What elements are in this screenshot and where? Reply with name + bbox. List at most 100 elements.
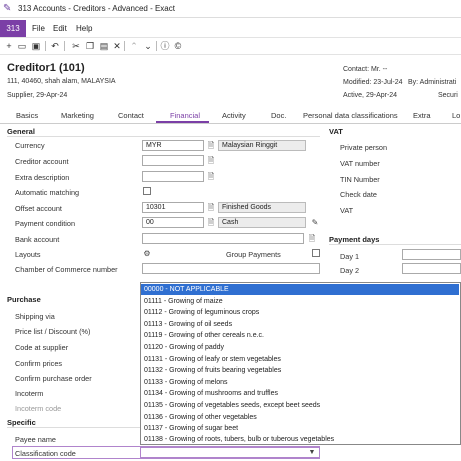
section-general: General — [7, 127, 35, 136]
classification-option[interactable]: 01112 - Growing of leguminous crops — [141, 307, 459, 318]
scissors-icon[interactable]: ✂ — [70, 39, 82, 53]
divider — [7, 136, 320, 137]
tab-extra[interactable]: Extra — [413, 111, 431, 120]
plus-icon[interactable]: + — [3, 39, 15, 53]
copy-icon[interactable]: ❐ — [84, 39, 96, 53]
classification-option[interactable]: 01120 - Growing of paddy — [141, 342, 459, 353]
chevron-down-icon[interactable]: ▼ — [307, 447, 317, 458]
payment-condition-field[interactable]: 00 — [142, 217, 204, 228]
chevron-down-icon[interactable]: ⌄ — [142, 39, 154, 53]
classification-dropdown[interactable]: 00000 - NOT APPLICABLE 01111 - Growing o… — [140, 282, 461, 445]
undo-icon[interactable]: ↶ — [49, 39, 61, 53]
bank-account-field[interactable] — [142, 233, 304, 244]
day2-field[interactable] — [402, 263, 461, 274]
classification-option[interactable]: 01119 - Growing of other cereals n.e.c. — [141, 330, 459, 341]
shipping-via-label: Shipping via — [15, 312, 55, 321]
window-title: 313 Accounts - Creditors - Advanced - Ex… — [18, 4, 175, 13]
day1-label: Day 1 — [340, 252, 360, 261]
incoterm-label: Incoterm — [15, 389, 44, 398]
divider — [329, 244, 461, 245]
classification-option[interactable]: 01138 - Growing of roots, tubers, bulb o… — [141, 434, 459, 445]
extra-description-field[interactable] — [142, 171, 204, 182]
tab-activity[interactable]: Activity — [222, 111, 246, 120]
lookup-icon[interactable]: 🗎 — [206, 171, 216, 182]
menu-file-label: File — [32, 24, 45, 33]
info-icon[interactable]: ⓘ — [159, 39, 171, 53]
currency-name-field: Malaysian Ringgit — [218, 140, 306, 151]
lookup-icon[interactable]: 🗎 — [206, 202, 216, 213]
classification-option[interactable]: 01134 - Growing of mushrooms and truffle… — [141, 388, 459, 399]
check-date-label: Check date — [340, 190, 377, 199]
code-at-supplier-label: Code at supplier — [15, 343, 69, 352]
section-specific: Specific — [7, 418, 36, 427]
tab-lo[interactable]: Lo — [452, 111, 460, 120]
menu-help[interactable]: Help — [76, 24, 92, 33]
creditor-contact: Contact: Mr. -- — [343, 66, 388, 73]
payment-condition-name: Cash — [218, 217, 306, 228]
incoterm-code-label: Incoterm code — [15, 404, 62, 413]
toolbar-separator — [156, 41, 157, 51]
modified-date: Modified: 23-Jul-24 — [343, 79, 403, 86]
payment-condition-label: Payment condition — [15, 219, 76, 228]
title-bar: ✎ 313 Accounts - Creditors - Advanced - … — [0, 0, 461, 18]
paste-icon[interactable]: ▤ — [98, 39, 110, 53]
offset-account-field[interactable]: 10301 — [142, 202, 204, 213]
layouts-label: Layouts — [15, 250, 41, 259]
private-person-label: Private person — [340, 143, 388, 152]
currency-field[interactable]: MYR — [142, 140, 204, 151]
offset-account-label: Offset account — [15, 204, 62, 213]
app-badge[interactable]: 313 — [0, 20, 26, 37]
classification-option[interactable]: 01113 - Growing of oil seeds — [141, 319, 459, 330]
payee-name-label: Payee name — [15, 435, 56, 444]
tab-basics[interactable]: Basics — [16, 111, 38, 120]
lookup-icon[interactable]: 🗎 — [206, 217, 216, 228]
menu-edit-label: Edit — [53, 24, 67, 33]
classification-option[interactable]: 01136 - Growing of other vegetables — [141, 412, 459, 423]
menu-file[interactable]: File — [32, 24, 45, 33]
price-list-label: Price list / Discount (%) — [15, 327, 91, 336]
creditor-account-field[interactable] — [142, 155, 204, 166]
tab-contact[interactable]: Contact — [118, 111, 144, 120]
section-vat: VAT — [329, 127, 343, 136]
classification-code-label: Classification code — [15, 449, 76, 458]
save-icon[interactable]: ▣ — [30, 39, 42, 53]
classification-option[interactable]: 01111 - Growing of maize — [141, 296, 459, 307]
classification-option[interactable]: 01137 - Growing of sugar beet — [141, 423, 459, 434]
automatic-matching-label: Automatic matching — [15, 188, 80, 197]
copyright-icon[interactable]: © — [172, 39, 184, 53]
automatic-matching-checkbox[interactable] — [143, 187, 151, 195]
page-title: Creditor1 (101) — [7, 62, 85, 74]
vat-label: VAT — [340, 206, 354, 215]
classification-option[interactable]: 00000 - NOT APPLICABLE — [141, 284, 459, 296]
tab-financial[interactable]: Financial — [170, 111, 200, 120]
classification-option[interactable]: 01135 - Growing of vegetables seeds, exc… — [141, 400, 459, 411]
tab-doc[interactable]: Doc. — [271, 111, 286, 120]
creditor-address: 111, 40460, shah alam, MALAYSIA — [7, 78, 116, 85]
tab-personal-data[interactable]: Personal data classifications — [303, 111, 398, 120]
pencil-icon[interactable]: ✎ — [310, 217, 320, 228]
tab-marketing[interactable]: Marketing — [61, 111, 94, 120]
folder-icon[interactable]: ▭ — [16, 39, 28, 53]
chevron-up-icon[interactable]: ⌃ — [128, 39, 140, 53]
edit-icon: ✎ — [3, 3, 12, 14]
menu-bar — [0, 18, 461, 38]
classification-code-select[interactable] — [140, 447, 320, 458]
security-label: Securi — [438, 92, 458, 99]
vat-number-label: VAT number — [340, 159, 380, 168]
classification-option[interactable]: 01131 - Growing of leafy or stem vegetab… — [141, 354, 459, 365]
group-payments-checkbox[interactable] — [312, 249, 320, 257]
currency-label: Currency — [15, 141, 45, 150]
lookup-icon[interactable]: 🗎 — [206, 140, 216, 151]
section-payment-days: Payment days — [329, 235, 380, 244]
classification-option[interactable]: 01133 - Growing of melons — [141, 377, 459, 388]
coc-field[interactable] — [142, 263, 320, 274]
gear-icon[interactable]: ⚙ — [142, 248, 152, 259]
classification-option[interactable]: 01132 - Growing of fruits bearing vegeta… — [141, 365, 459, 376]
close-icon[interactable]: ✕ — [111, 39, 123, 53]
menu-edit[interactable]: Edit — [53, 24, 67, 33]
active-tab-indicator — [156, 121, 209, 123]
day1-field[interactable] — [402, 249, 461, 260]
lookup-icon[interactable]: 🗎 — [307, 233, 317, 244]
lookup-icon[interactable]: 🗎 — [206, 155, 216, 166]
active-date: Active, 29-Apr-24 — [343, 92, 398, 99]
